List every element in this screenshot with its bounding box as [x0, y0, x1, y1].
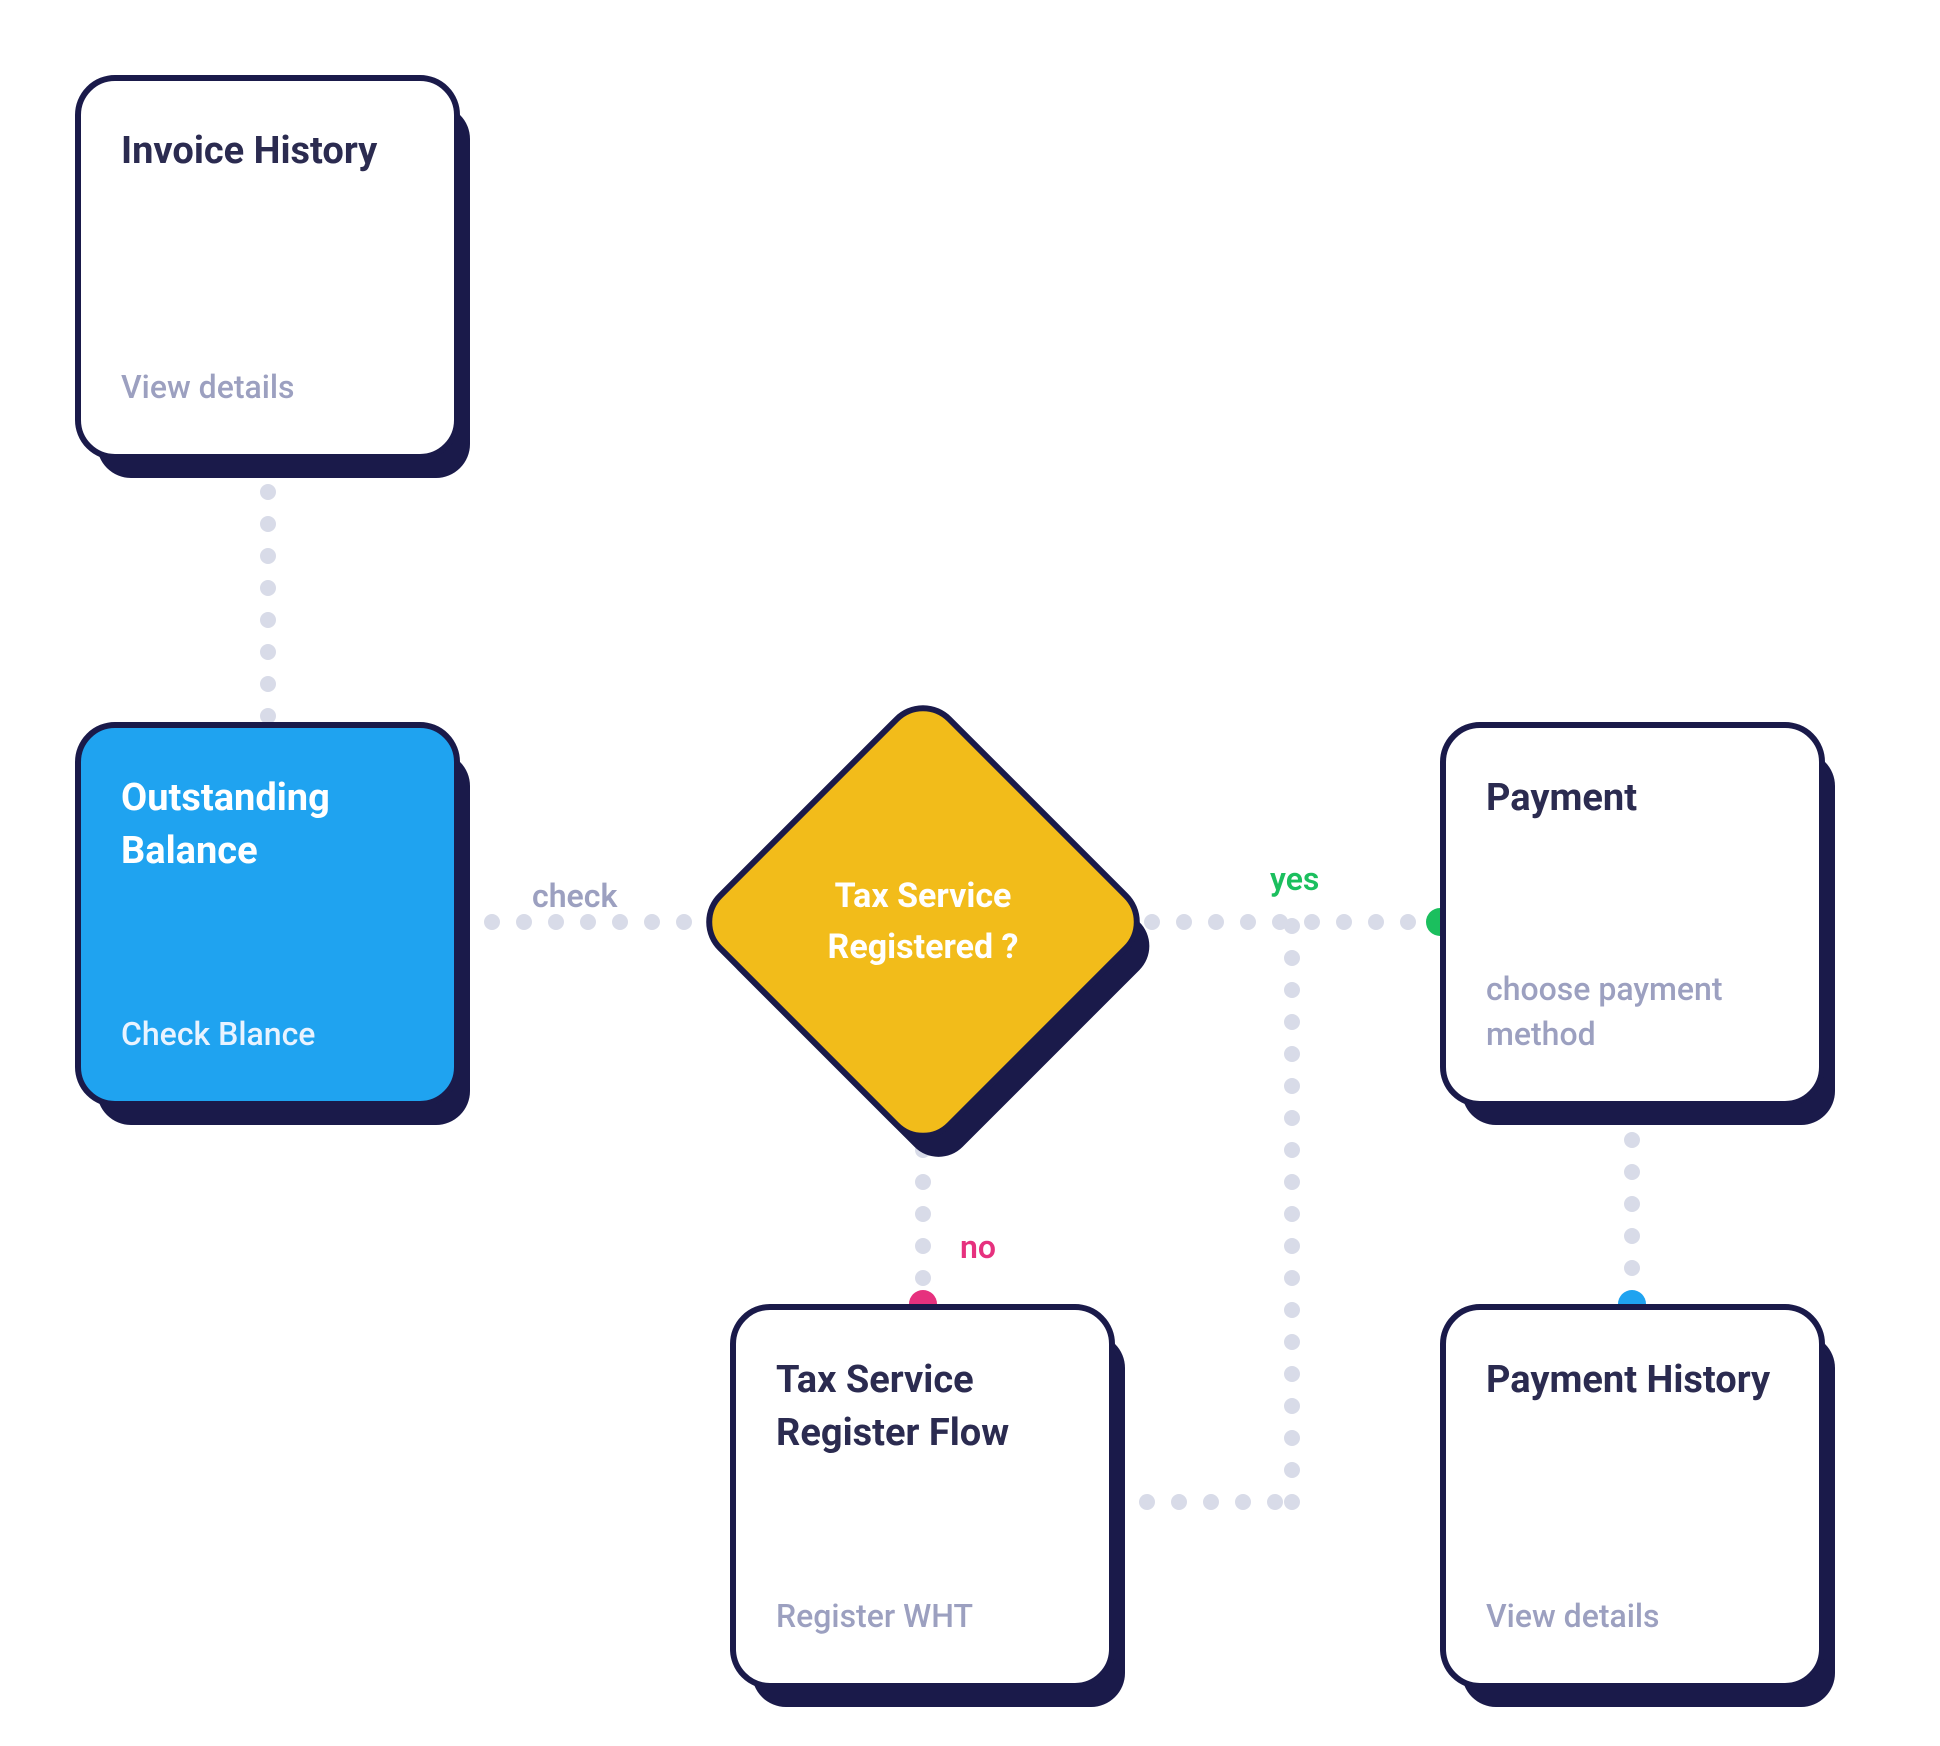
- node-outstanding-balance[interactable]: Outstanding Balance Check Blance: [75, 722, 460, 1107]
- node-tax-decision[interactable]: Tax Service Registered ?: [758, 757, 1088, 1087]
- node-title: Tax Service Register Flow: [776, 1354, 1069, 1460]
- node-subtitle: Register WHT: [776, 1594, 1069, 1639]
- edge-label-no: no: [960, 1228, 996, 1266]
- node-subtitle: View details: [121, 365, 414, 410]
- edge-label-check: check: [532, 877, 617, 915]
- flow-diagram: Invoice History View details Outstanding…: [0, 0, 1940, 1746]
- node-payment[interactable]: Payment choose payment method: [1440, 722, 1825, 1107]
- node-subtitle: Check Blance: [121, 1012, 414, 1057]
- node-invoice-history[interactable]: Invoice History View details: [75, 75, 460, 460]
- node-title: Tax Service Registered ?: [758, 757, 1088, 1087]
- node-title: Invoice History: [121, 125, 414, 178]
- node-title: Payment: [1486, 772, 1779, 825]
- node-subtitle: choose payment method: [1486, 967, 1779, 1057]
- node-subtitle: View details: [1486, 1594, 1779, 1639]
- node-payment-history[interactable]: Payment History View details: [1440, 1304, 1825, 1689]
- node-title: Outstanding Balance: [121, 772, 414, 878]
- node-title: Payment History: [1486, 1354, 1779, 1407]
- node-tax-register-flow[interactable]: Tax Service Register Flow Register WHT: [730, 1304, 1115, 1689]
- edge-label-yes: yes: [1270, 860, 1319, 898]
